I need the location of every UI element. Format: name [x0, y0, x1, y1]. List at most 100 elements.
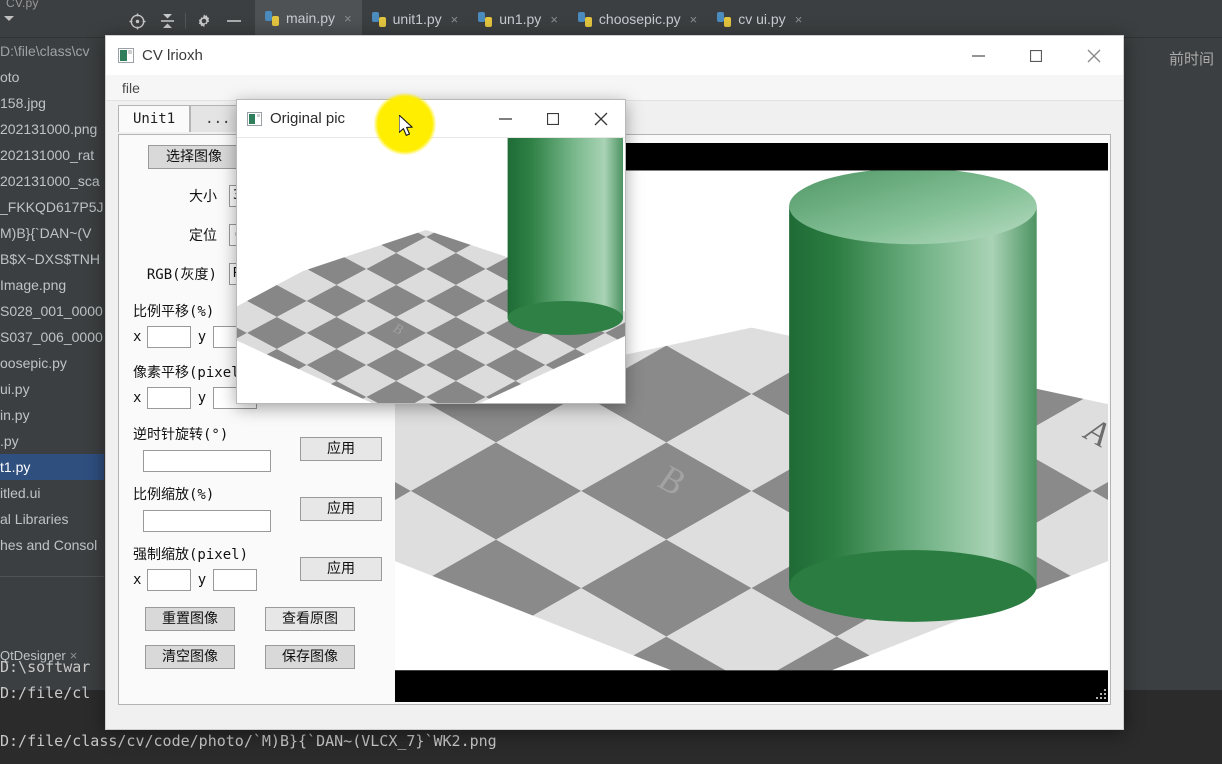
project-tree-item[interactable]: t1.py: [0, 454, 104, 480]
dialog-image-canvas: AB: [237, 138, 625, 403]
editor-tab-strip: main.py × unit1.py × un1.py × choosepic.…: [255, 0, 812, 38]
force-scale-x-label: x: [133, 572, 142, 588]
rgb-label: RGB(灰度): [146, 267, 217, 283]
project-tree-item[interactable]: 202131000_sca: [0, 168, 104, 194]
scale-ratio-label: 比例缩放(%): [133, 487, 215, 503]
chevron-down-icon[interactable]: [4, 16, 14, 21]
rotate-label: 逆时针旋转(°): [133, 427, 229, 443]
project-tree-item[interactable]: D:\file\class\cv: [0, 38, 104, 64]
close-icon[interactable]: ×: [550, 12, 558, 27]
original-image: AB: [237, 138, 625, 403]
project-tree-item[interactable]: al Libraries: [0, 506, 104, 532]
project-tree-item[interactable]: 158.jpg: [0, 90, 104, 116]
toolbar-divider: [185, 13, 186, 29]
cv-window-titlebar[interactable]: CV lrioxh: [106, 36, 1123, 75]
cv-window-controls: [949, 36, 1123, 75]
project-tree-item[interactable]: ui.py: [0, 376, 104, 402]
python-file-icon: [371, 11, 386, 27]
editor-tab-un1[interactable]: un1.py ×: [468, 0, 568, 38]
cv-tab-strip: Unit1 ...: [118, 105, 246, 132]
maximize-button[interactable]: [1007, 36, 1065, 75]
project-tree-item[interactable]: B$X~DXS$TNH: [0, 246, 104, 272]
python-file-icon: [478, 11, 493, 27]
project-tree-item[interactable]: in.py: [0, 402, 104, 428]
position-label: 定位: [189, 228, 217, 244]
console-line-2: D:/file/class/cv/code/photo/`M)B}{`DAN~(…: [0, 732, 497, 750]
project-tree-item[interactable]: _FKKQD617P5J: [0, 194, 104, 220]
ratio-translate-y-label: y: [197, 329, 207, 345]
project-tree-item[interactable]: 202131000.png: [0, 116, 104, 142]
gear-icon[interactable]: [189, 10, 219, 32]
close-icon[interactable]: ×: [795, 12, 803, 27]
panel-divider: [0, 576, 104, 577]
pixel-translate-x-label: x: [133, 390, 142, 406]
pixel-translate-x-input[interactable]: [147, 387, 191, 409]
minimize-button[interactable]: [949, 36, 1007, 75]
project-tree-item[interactable]: hes and Consol: [0, 532, 104, 558]
editor-tab-choosepic[interactable]: choosepic.py ×: [568, 0, 707, 38]
size-label: 大小: [189, 189, 217, 205]
collapse-all-icon[interactable]: [152, 10, 182, 32]
dialog-close-button[interactable]: [577, 100, 625, 138]
project-tree-item[interactable]: 202131000_rat: [0, 142, 104, 168]
dialog-app-icon: [247, 111, 262, 126]
close-icon[interactable]: ×: [344, 11, 352, 26]
project-tree-panel[interactable]: D:\file\class\cv oto 158.jpg 202131000.png 2…: [0, 38, 104, 764]
force-scale-y-label: y: [197, 572, 207, 588]
tab-label: main.py: [286, 10, 336, 26]
close-icon[interactable]: ×: [690, 12, 698, 27]
dialog-maximize-button[interactable]: [529, 100, 577, 138]
force-scale-label: 强制缩放(pixel): [133, 547, 249, 563]
project-tree-item[interactable]: oto: [0, 64, 104, 90]
app-icon: [118, 48, 134, 63]
ide-toolbar: CV.py main.py × unit1.py × un1.py × choo…: [0, 0, 1222, 38]
python-file-icon: [265, 10, 279, 26]
menu-item-file[interactable]: file: [114, 80, 148, 96]
tab-label: unit1.py: [392, 11, 442, 27]
clear-image-button[interactable]: 清空图像: [145, 645, 235, 669]
editor-tab-cv-ui[interactable]: cv ui.py ×: [707, 0, 812, 38]
target-icon[interactable]: [122, 10, 152, 32]
ide-right-label: 前时间: [1168, 51, 1214, 68]
project-tree-item[interactable]: S037_006_0000: [0, 324, 104, 350]
project-tree-item[interactable]: M)B}{`DAN~(V: [0, 220, 104, 246]
close-icon[interactable]: ×: [451, 12, 459, 27]
force-scale-apply-button[interactable]: 应用: [300, 557, 382, 581]
cv-statusbar: [131, 683, 1098, 701]
python-file-icon: [577, 11, 592, 27]
force-scale-y-input[interactable]: [213, 569, 257, 591]
view-original-button[interactable]: 查看原图: [265, 607, 355, 631]
scale-ratio-input[interactable]: [143, 510, 271, 532]
tab-label: un1.py: [499, 11, 542, 27]
project-tree-item[interactable]: S028_001_0000: [0, 298, 104, 324]
ratio-translate-x-input[interactable]: [147, 326, 191, 348]
close-button[interactable]: [1065, 36, 1123, 75]
console-line-0: D:\softwar: [0, 658, 91, 676]
force-scale-x-input[interactable]: [147, 569, 191, 591]
tab-label: cv ui.py: [738, 11, 786, 27]
rotate-apply-button[interactable]: 应用: [300, 437, 382, 461]
resize-grip[interactable]: [1094, 689, 1107, 702]
project-tree-item[interactable]: Image.png: [0, 272, 104, 298]
minimize-icon[interactable]: [219, 10, 249, 32]
tab-unit1[interactable]: Unit1: [118, 105, 191, 132]
save-image-button[interactable]: 保存图像: [265, 645, 355, 669]
choose-image-button[interactable]: 选择图像: [148, 145, 240, 169]
dialog-titlebar[interactable]: Original pic: [237, 100, 625, 138]
editor-tab-unit1[interactable]: unit1.py ×: [362, 0, 469, 38]
scale-ratio-apply-button[interactable]: 应用: [300, 497, 382, 521]
reset-image-button[interactable]: 重置图像: [145, 607, 235, 631]
python-file-icon: [717, 11, 732, 27]
ide-toolbar-icons: [122, 10, 249, 32]
project-tree-item[interactable]: itled.ui: [0, 480, 104, 506]
dialog-minimize-button[interactable]: [481, 100, 529, 138]
dialog-title: Original pic: [270, 110, 346, 127]
original-pic-dialog[interactable]: Original pic B: [236, 99, 626, 404]
cv-menubar: file: [106, 75, 1123, 101]
rotate-input[interactable]: [143, 450, 271, 472]
tab-label: choosepic.py: [598, 11, 681, 27]
editor-tab-main[interactable]: main.py ×: [255, 0, 362, 38]
project-tree-item[interactable]: oosepic.py: [0, 350, 104, 376]
project-tree-item[interactable]: .py: [0, 428, 104, 454]
ratio-translate-x-label: x: [133, 329, 142, 345]
